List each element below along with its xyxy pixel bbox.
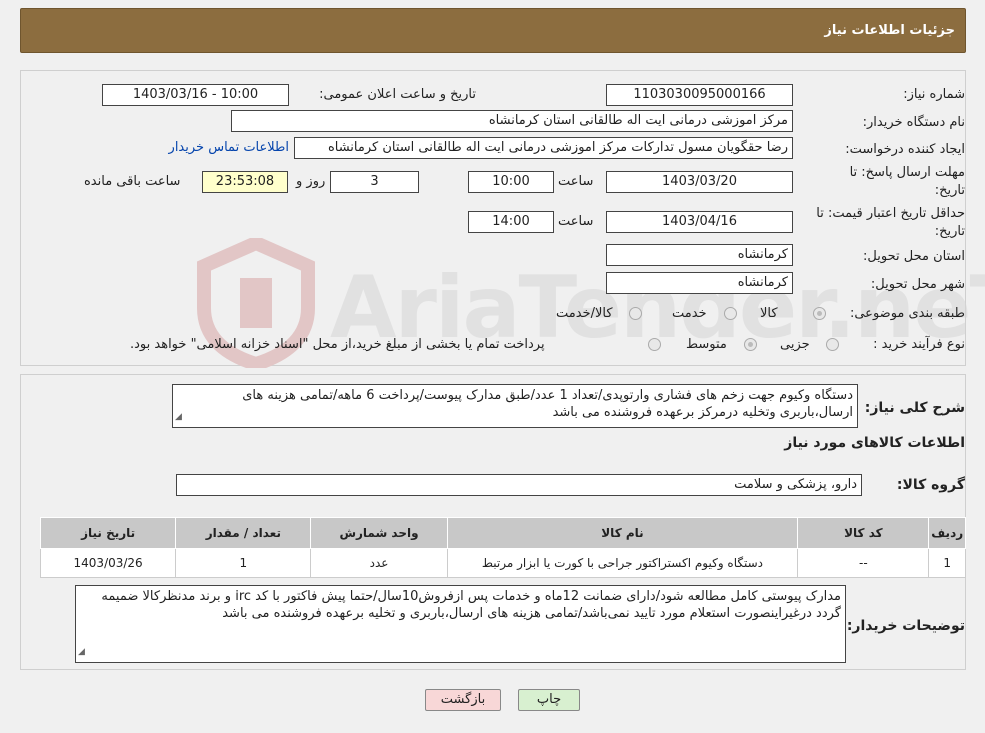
print-button[interactable]: چاپ [518,689,580,711]
announce-label: تاریخ و ساعت اعلان عمومی: [319,87,476,102]
cell-row: 1 [928,548,966,578]
city-label: شهر محل تحویل: [870,277,965,292]
need-number-label: شماره نیاز: [903,87,965,102]
creator-label: ایجاد کننده درخواست: [845,142,965,157]
category-label: طبقه بندی موضوعی: [849,306,965,321]
summary-textarea[interactable]: دستگاه وکیوم جهت زخم های فشاری وارتوپدی/… [172,384,858,428]
cell-quantity: 1 [175,548,312,578]
buyer-notes-text: مدارک پیوستی کامل مطالعه شود/دارای ضمانت… [101,589,841,621]
col-unit: واحد شمارش [310,517,448,549]
cell-code: -- [797,548,930,578]
process-note: پرداخت تمام یا بخشی از مبلغ خرید،از محل … [130,337,545,352]
province-field: کرمانشاه [606,244,793,266]
deadline-date-field: 1403/03/20 [606,171,793,193]
validity-time-label: ساعت [558,214,594,229]
validity-time-field: 14:00 [468,211,554,233]
days-field: 3 [330,171,419,193]
summary-text: دستگاه وکیوم جهت زخم های فشاری وارتوپدی/… [242,388,853,420]
category-option-goods: کالا [760,306,778,321]
table-header-row: ردیف کد کالا نام کالا واحد شمارش تعداد /… [39,517,966,549]
goods-table-wrap: ردیف کد کالا نام کالا واحد شمارش تعداد /… [39,517,966,578]
buyer-contact-link[interactable]: اطلاعات تماس خریدار [169,140,289,155]
need-number-field: 1103030095000166 [606,84,793,106]
deadline-time-label: ساعت [558,174,594,189]
days-label: روز و [296,174,326,189]
buyer-notes-label: توضیحات خریدار: [846,618,965,634]
creator-field: رضا حقگویان مسول تدارکات مرکز اموزشی درم… [294,137,793,159]
buyer-notes-textarea[interactable]: مدارک پیوستی کامل مطالعه شود/دارای ضمانت… [75,585,846,663]
goods-table: ردیف کد کالا نام کالا واحد شمارش تعداد /… [39,517,966,578]
city-field: کرمانشاه [606,272,793,294]
back-button[interactable]: بازگشت [425,689,501,711]
process-radio-medium[interactable] [744,338,757,351]
col-quantity: تعداد / مقدار [175,517,312,549]
col-code: کد کالا [797,517,930,549]
category-radio-goods-service[interactable] [629,307,642,320]
deadline-label-date: تاریخ: [934,183,965,198]
process-option-medium: متوسط [686,337,727,352]
table-row: 1 -- دستگاه وکیوم اکستراکتور جراحی با کو… [39,548,966,578]
remaining-label: ساعت باقی مانده [84,174,181,189]
category-radio-goods[interactable] [813,307,826,320]
buyer-org-label: نام دستگاه خریدار: [862,115,965,130]
resize-grip-icon[interactable]: ◢ [78,644,85,661]
cell-unit: عدد [310,548,448,578]
process-radio-minor[interactable] [826,338,839,351]
category-radio-service[interactable] [724,307,737,320]
announce-field: 1403/03/16 - 10:00 [102,84,289,106]
treasury-checkbox[interactable] [648,338,661,351]
category-option-service: خدمت [672,306,707,321]
resize-grip-icon[interactable]: ◢ [175,409,182,426]
cell-date: 1403/03/26 [39,548,177,578]
validity-label: حداقل تاریخ اعتبار قیمت: تا [816,206,965,221]
category-option-goods-service: کالا/خدمت [556,306,613,321]
deadline-time-field: 10:00 [468,171,554,193]
cell-name: دستگاه وکیوم اکستراکتور جراحی با کورت یا… [446,548,799,578]
page-header: جزئیات اطلاعات نیاز [20,8,966,53]
buyer-org-field: مرکز اموزشی درمانی ایت اله طالقانی استان… [231,110,793,132]
summary-label: شرح کلی نیاز: [864,400,965,416]
process-option-minor: جزیی [780,337,810,352]
goods-group-label: گروه کالا: [896,477,965,493]
goods-info-title: اطلاعات کالاهای مورد نیاز [784,435,965,451]
validity-date-field: 1403/04/16 [606,211,793,233]
goods-group-field: دارو، پزشکی و سلامت [176,474,862,496]
col-name: نام کالا [446,517,799,549]
remaining-time-field: 23:53:08 [202,171,288,193]
validity-label-date: تاریخ: [934,224,965,239]
col-date: تاریخ نیاز [39,517,177,549]
page-title: جزئیات اطلاعات نیاز [824,23,955,38]
deadline-label: مهلت ارسال پاسخ: تا [849,165,965,180]
province-label: استان محل تحویل: [863,249,965,264]
col-row: ردیف [928,517,966,549]
process-label: نوع فرآیند خرید : [873,337,965,352]
